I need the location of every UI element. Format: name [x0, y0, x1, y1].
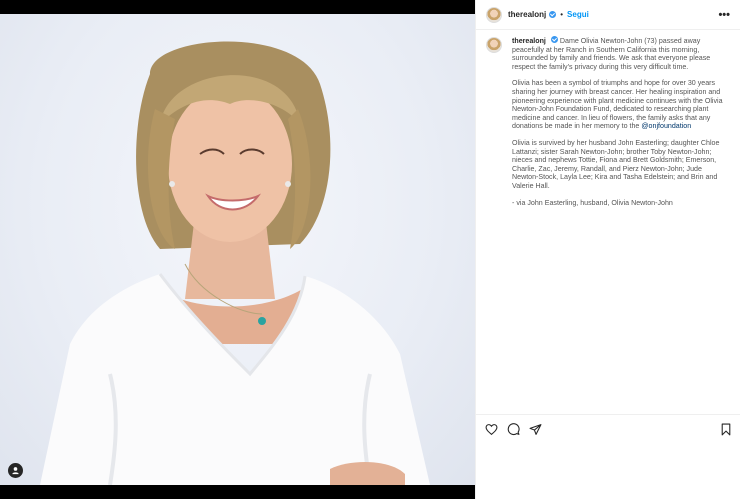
post-media	[0, 0, 475, 499]
post-author-username[interactable]: therealonj	[508, 10, 546, 19]
avatar[interactable]	[486, 6, 502, 23]
portrait-illustration	[40, 41, 430, 485]
post-side-panel: therealonj • Segui ••• therealonj Dame O…	[475, 0, 740, 499]
caption-avatar[interactable]	[486, 37, 502, 53]
follow-button[interactable]: Segui	[567, 10, 589, 19]
bookmark-icon[interactable]	[719, 423, 733, 437]
caption-row: therealonj Dame Olivia Newton-John (73) …	[486, 36, 731, 215]
more-options-icon[interactable]: •••	[718, 9, 730, 21]
caption-section: therealonj Dame Olivia Newton-John (73) …	[476, 36, 740, 414]
share-icon[interactable]	[528, 423, 542, 437]
caption-username[interactable]: therealonj	[512, 37, 546, 45]
post-actions-bar	[476, 414, 740, 444]
heart-icon[interactable]	[484, 423, 498, 437]
separator-dot: •	[560, 10, 564, 19]
caption-paragraph-1: therealonj Dame Olivia Newton-John (73) …	[512, 36, 730, 71]
post-photo[interactable]	[0, 14, 475, 485]
verified-badge-icon	[549, 11, 557, 18]
caption-paragraph-3: Olivia is survived by her husband John E…	[512, 138, 720, 190]
caption-text: therealonj Dame Olivia Newton-John (73) …	[512, 36, 730, 215]
comment-icon[interactable]	[506, 423, 520, 437]
caption-verified-badge-icon	[550, 36, 558, 43]
user-tag-icon[interactable]	[8, 463, 23, 478]
hashtag-link[interactable]: @onjfoundation	[641, 122, 691, 130]
caption-paragraph-4: - via John Easterling, husband, Olivia N…	[512, 198, 673, 207]
post-header: therealonj • Segui •••	[476, 0, 740, 30]
caption-paragraph-2: Olivia has been a symbol of triumphs and…	[512, 79, 730, 131]
post-footer-empty	[476, 444, 740, 499]
